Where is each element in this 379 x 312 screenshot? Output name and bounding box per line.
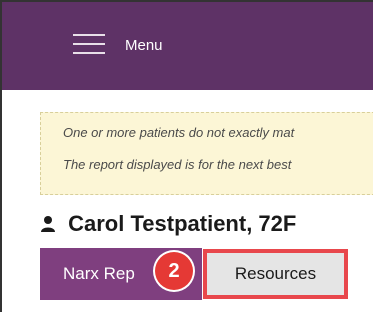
- tab-resources-label: Resources: [234, 264, 317, 283]
- alert-line-1: One or more patients do not exactly mat: [63, 125, 295, 140]
- tab-narx-report-label: Narx Rep: [63, 264, 135, 283]
- tab-resources[interactable]: Resources: [203, 249, 348, 299]
- app-frame: Menu One or more patients do not exactly…: [0, 0, 373, 312]
- menu-label[interactable]: Menu: [125, 37, 163, 54]
- patient-name: Carol Testpatient, 72F: [68, 211, 297, 236]
- patient-match-alert: One or more patients do not exactly mat …: [40, 112, 373, 195]
- step-badge: 2: [155, 252, 193, 290]
- top-navigation-bar: Menu: [2, 2, 373, 90]
- patient-header: Carol Testpatient, 72F: [40, 211, 296, 237]
- hamburger-icon[interactable]: [73, 32, 105, 56]
- person-icon: [40, 213, 56, 232]
- alert-line-2: The report displayed is for the next bes…: [63, 157, 292, 172]
